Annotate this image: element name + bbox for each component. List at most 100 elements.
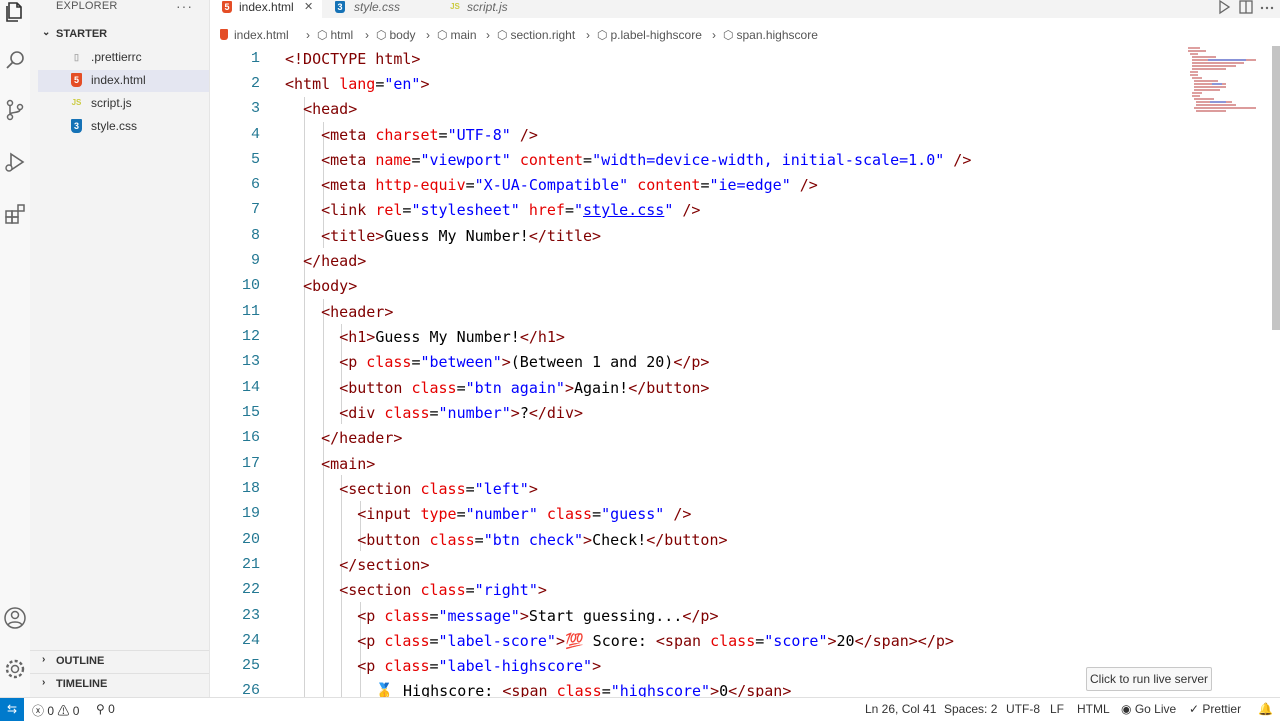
breadcrumb-item[interactable]: ⬡ html: [317, 28, 353, 42]
breadcrumb-separator: ›: [586, 28, 590, 42]
file-item-style-css[interactable]: 3 style.css: [38, 116, 209, 138]
file-item-prettierrc[interactable]: ▯ .prettierrc: [38, 47, 209, 69]
code-line: <main>: [321, 455, 376, 473]
chevron-right-icon: ›: [42, 654, 46, 665]
line-number: 13: [241, 353, 260, 370]
line-number: 3: [250, 100, 260, 117]
code-line: <html lang="en">: [285, 75, 430, 93]
code-line: </section>: [339, 556, 430, 574]
error-icon: ⓧ: [32, 704, 45, 718]
run-debug-icon[interactable]: [3, 150, 27, 174]
encoding-status[interactable]: UTF-8: [1006, 702, 1040, 716]
code-line: <p class="label-highscore">: [357, 657, 602, 675]
code-line: <p class="message">Start guessing...</p>: [357, 607, 719, 625]
line-number: 26: [241, 682, 260, 697]
breadcrumb-item[interactable]: ⬡ p.label-highscore: [597, 28, 702, 42]
run-icon[interactable]: [1219, 0, 1231, 15]
cursor-position[interactable]: Ln 26, Col 41: [865, 702, 936, 716]
line-number: 8: [250, 227, 260, 244]
breadcrumb-separator: ›: [486, 28, 490, 42]
code-line: <p class="between">(Between 1 and 20)</p…: [339, 353, 710, 371]
element-icon: ⬡: [597, 28, 608, 42]
line-number: 6: [250, 176, 260, 193]
line-number: 25: [241, 657, 260, 674]
code-line: <link rel="stylesheet" href="style.css" …: [321, 201, 701, 219]
breadcrumb-item[interactable]: ⬡ body: [376, 28, 416, 42]
line-number: 11: [241, 303, 260, 320]
breadcrumb-item[interactable]: ⬡ section.right: [497, 28, 575, 42]
code-line: <h1>Guess My Number!</h1>: [339, 328, 565, 346]
line-number: 2: [250, 75, 260, 92]
code-line: </header>: [321, 429, 403, 447]
tab-index-html[interactable]: 5 index.html ✕: [210, 0, 322, 18]
explorer-icon[interactable]: [3, 0, 27, 24]
breadcrumb-item[interactable]: ⬡ main: [437, 28, 477, 42]
code-line: <body>: [303, 277, 358, 295]
account-icon[interactable]: [3, 606, 27, 630]
ports-status[interactable]: ⚲ 0: [96, 702, 115, 716]
breadcrumb-separator: ›: [365, 28, 369, 42]
code-line: 🥇 Highscore: <span class="highscore">0</…: [375, 682, 792, 697]
source-control-icon[interactable]: [3, 98, 27, 122]
line-number: 14: [241, 379, 260, 396]
element-icon: ⬡: [376, 28, 387, 42]
line-number: 20: [241, 531, 260, 548]
code-line: <button class="btn check">Check!</button…: [357, 531, 728, 549]
settings-file-icon: ▯: [74, 52, 79, 62]
search-icon[interactable]: [3, 48, 27, 72]
javascript-file-icon: JS: [450, 2, 460, 11]
code-editor[interactable]: 1 2 3 4 5 6 7 8 9 10 11 12 13 14 15 16 17 18 19 20 21 22 23 24 2…: [210, 47, 1270, 697]
code-line: <input type="number" class="guess" />: [357, 505, 692, 523]
notifications-bell-icon[interactable]: 🔔: [1258, 702, 1273, 716]
remote-indicator-icon[interactable]: ⇆: [0, 698, 24, 721]
html5-file-icon: 5: [71, 73, 82, 87]
code-line: </head>: [303, 252, 367, 270]
code-line: <button class="btn again">Again!</button…: [339, 379, 710, 397]
line-number: 9: [250, 252, 260, 269]
code-line: <section class="left">: [339, 480, 538, 498]
line-number: 23: [241, 607, 260, 624]
eol-status[interactable]: LF: [1050, 702, 1064, 716]
more-actions-icon[interactable]: ···: [176, 0, 193, 14]
timeline-section[interactable]: › TIMELINE: [30, 673, 209, 694]
code-line: <meta name="viewport" content="width=dev…: [321, 151, 972, 169]
line-number: 16: [241, 429, 260, 446]
file-item-script-js[interactable]: JS script.js: [38, 93, 209, 115]
antenna-icon: ⚲: [96, 702, 105, 716]
code-line: <meta charset="UTF-8" />: [321, 126, 538, 144]
line-number: 12: [241, 328, 260, 345]
line-number: 21: [241, 556, 260, 573]
activity-bar: [0, 0, 30, 697]
file-item-index-html[interactable]: 5 index.html: [38, 70, 209, 92]
breadcrumb-item[interactable]: index.html: [220, 28, 289, 42]
minimap[interactable]: [1186, 46, 1266, 116]
double-check-icon: ✓: [1189, 702, 1200, 716]
breadcrumb-separator: ›: [426, 28, 430, 42]
split-editor-icon[interactable]: [1239, 0, 1253, 14]
folder-starter[interactable]: ⌄ STARTER: [30, 27, 209, 43]
breadcrumb-item[interactable]: ⬡ span.highscore: [723, 28, 818, 42]
more-icon[interactable]: [1260, 6, 1274, 10]
tab-script-js[interactable]: JS script.js: [440, 0, 540, 18]
problems-status[interactable]: ⓧ 0 ⚠ 0: [32, 702, 79, 719]
element-icon: ⬡: [497, 28, 508, 42]
outline-section[interactable]: › OUTLINE: [30, 650, 209, 671]
tab-style-css[interactable]: 3 style.css: [325, 0, 425, 18]
close-icon[interactable]: ✕: [304, 0, 313, 13]
indentation-status[interactable]: Spaces: 2: [944, 702, 997, 716]
css3-file-icon: 3: [335, 1, 345, 13]
code-line: <title>Guess My Number!</title>: [321, 227, 602, 245]
go-live-button[interactable]: ◉ Go Live: [1121, 702, 1176, 716]
code-line: <div class="number">?</div>: [339, 404, 584, 422]
element-icon: ⬡: [437, 28, 448, 42]
line-number: 7: [250, 201, 260, 218]
language-mode[interactable]: HTML: [1077, 702, 1110, 716]
extensions-icon[interactable]: [3, 202, 27, 226]
code-line: <meta http-equiv="X-UA-Compatible" conte…: [321, 176, 818, 194]
chevron-right-icon: ›: [42, 677, 46, 688]
prettier-status[interactable]: ✓ Prettier: [1189, 702, 1241, 716]
vertical-scrollbar[interactable]: [1272, 46, 1280, 330]
line-number: 19: [241, 505, 260, 522]
html5-file-icon: [220, 29, 228, 40]
manage-gear-icon[interactable]: [3, 657, 27, 681]
